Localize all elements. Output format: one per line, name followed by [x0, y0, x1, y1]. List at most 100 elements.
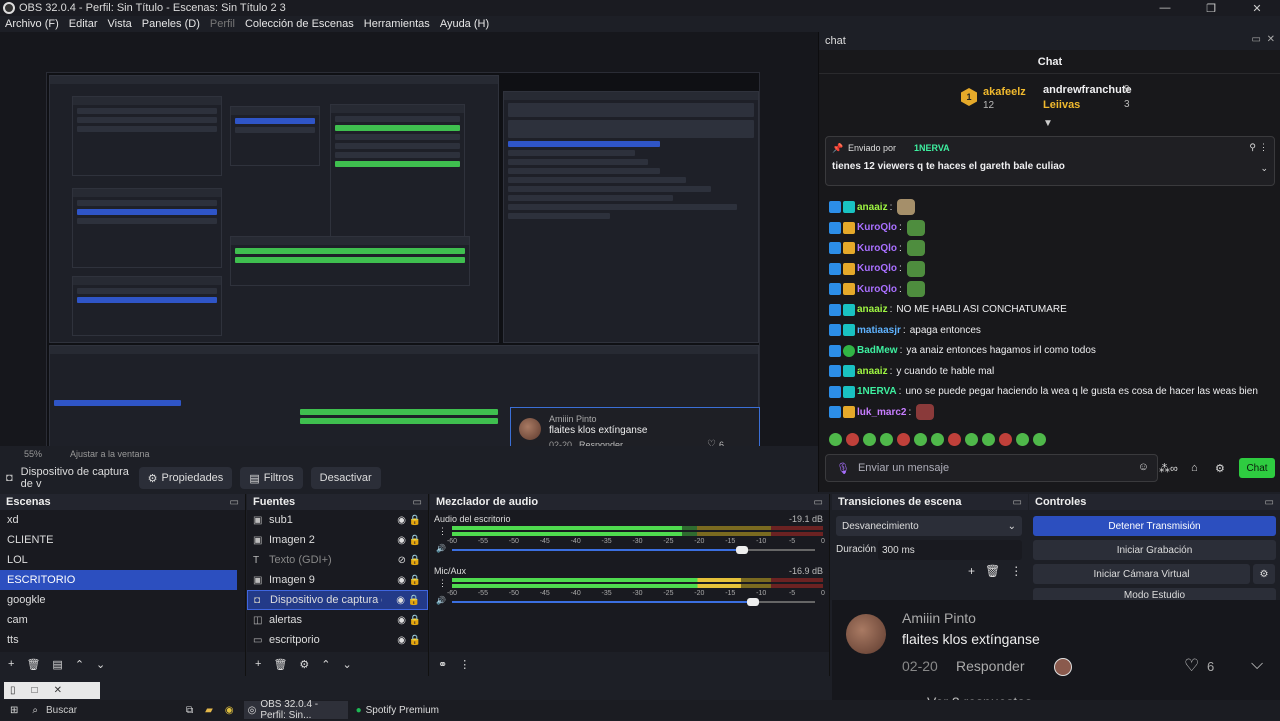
more-icon[interactable]: ⋮ [1259, 142, 1268, 153]
menu-herramientas[interactable]: Herramientas [364, 18, 430, 30]
add-icon[interactable]: + [8, 658, 14, 670]
chat-username[interactable]: anaaiz [857, 304, 888, 315]
chevron-up-icon[interactable]: ⌃ [321, 658, 330, 671]
menu-paneles[interactable]: Paneles (D) [142, 18, 200, 30]
source-item[interactable]: T Texto (GDI+) ⊘ 🔒 [247, 550, 428, 570]
deactivate-button[interactable]: Desactivar [310, 467, 381, 489]
more-icon[interactable]: ⋮ [438, 578, 447, 589]
gear-icon[interactable]: ⚙ [1215, 462, 1225, 475]
scene-item[interactable]: ESCRITORIO [0, 570, 237, 590]
slider-knob[interactable] [736, 546, 749, 554]
virtual-camera-button[interactable]: Iniciar Cámara Virtual [1033, 564, 1250, 584]
eye-icon[interactable]: ◉ [397, 615, 406, 626]
points-icon[interactable]: ⁂∞ [1159, 462, 1178, 475]
menu-perfil[interactable]: Perfil [210, 18, 235, 30]
eye-icon[interactable]: ◉ [397, 635, 406, 646]
chat-username[interactable]: BadMew [857, 345, 898, 356]
chat-username[interactable]: anaaiz [857, 202, 888, 213]
zoom-level[interactable]: 55% [24, 449, 42, 459]
source-item[interactable]: ▣ Imagen 9 ◉ 🔒 [247, 570, 428, 590]
volume-icon[interactable]: 🔊 [436, 596, 446, 605]
folder-icon[interactable]: ▰ [205, 705, 213, 716]
start-record-button[interactable]: Iniciar Grabación [1033, 540, 1276, 560]
scene-item[interactable]: CLIENTE [0, 530, 245, 550]
collapse-icon[interactable]: ▼ [1043, 118, 1053, 129]
source-item[interactable]: ▭ escritporio ◉ 🔒 [247, 630, 428, 650]
lock-icon[interactable]: 🔒 [408, 595, 420, 606]
dock-menu-icon[interactable]: ▭ [1013, 497, 1022, 508]
menu-vista[interactable]: Vista [108, 18, 132, 30]
source-item[interactable]: ▣ sub1 ◉ 🔒 [247, 510, 428, 530]
float-icon[interactable]: ▭ [1252, 34, 1261, 45]
chevron-down-icon[interactable]: ⌄ [343, 658, 352, 671]
stop-stream-button[interactable]: Detener Transmisión [1033, 516, 1276, 536]
eye-hidden-icon[interactable]: ⊘ [398, 555, 406, 566]
fit-to-window[interactable]: Ajustar a la ventana [70, 449, 150, 459]
more-icon[interactable]: ⋮ [1010, 564, 1022, 578]
menu-coleccion-escenas[interactable]: Colección de Escenas [245, 18, 354, 30]
chevron-down-icon[interactable]: ⌄ [1260, 163, 1268, 174]
menu-editar[interactable]: Editar [69, 18, 98, 30]
preview-canvas[interactable]: Amiiin Pinto flaites klos extínganse 02-… [0, 32, 818, 474]
store-icon[interactable]: ⌂ [1191, 462, 1198, 474]
task-view-icon[interactable]: ⧉ [186, 705, 193, 716]
lock-icon[interactable]: 🔒 [409, 535, 421, 546]
maximize-button[interactable]: ❐ [1188, 0, 1234, 16]
link-icon[interactable]: ⚭ [438, 658, 447, 671]
scene-item[interactable]: tts [0, 630, 245, 650]
eye-icon[interactable]: ◉ [397, 515, 406, 526]
volume-icon[interactable]: 🔊 [436, 544, 446, 553]
dock-menu-icon[interactable]: ▭ [413, 497, 422, 508]
leaderboard-user-1[interactable]: akafeelz [983, 86, 1026, 98]
properties-button[interactable]: ⚙ Propiedades [138, 467, 233, 489]
taskbar-search[interactable]: Buscar [46, 705, 176, 716]
leaderboard-user-3[interactable]: Leiivas [1043, 99, 1080, 111]
transition-select[interactable]: Desvanecimiento ⌄ [836, 516, 1022, 536]
eye-icon[interactable]: ◉ [397, 575, 406, 586]
scene-item[interactable]: xd [0, 510, 245, 530]
unpin-icon[interactable]: ⚲ [1249, 142, 1256, 153]
chat-username[interactable]: KuroQlo [857, 222, 897, 233]
more-icon[interactable]: ⋮ [459, 658, 470, 671]
source-item[interactable]: ◘ Dispositivo de captura de vi ◉🔒 [247, 590, 428, 610]
close-icon[interactable]: ✕ [54, 685, 62, 696]
chat-input[interactable]: 🎙 Enviar un mensaje ☺ [825, 454, 1158, 482]
taskbar-spotify[interactable]: ● Spotify Premium [356, 705, 439, 716]
chat-username[interactable]: matiaasjr [857, 325, 901, 336]
scene-item[interactable]: googkle [0, 590, 245, 610]
heart-icon[interactable]: ♡ [1184, 656, 1199, 676]
chat-username[interactable]: anaaiz [857, 366, 888, 377]
source-item[interactable]: ◫ alertas ◉ 🔒 [247, 610, 428, 630]
leaderboard-user-2[interactable]: andrewfranchute [1043, 84, 1132, 96]
trash-icon[interactable]: 🗑 [985, 564, 1000, 578]
taskbar-obs[interactable]: ◎ OBS 32.0.4 - Perfil: Sin... [243, 699, 348, 721]
lock-icon[interactable]: 🔒 [409, 575, 421, 586]
scene-item[interactable]: cam [0, 610, 245, 630]
volume-slider[interactable] [452, 598, 815, 606]
dock-menu-icon[interactable]: ▭ [1265, 497, 1274, 508]
gear-icon[interactable]: ⚙ [1253, 564, 1275, 584]
eye-icon[interactable]: ◉ [397, 535, 406, 546]
trash-icon[interactable]: 🗑 [273, 658, 287, 671]
source-item[interactable]: ▣ Imagen 2 ◉ 🔒 [247, 530, 428, 550]
add-icon[interactable]: + [968, 564, 975, 578]
trash-icon[interactable]: 🗑 [26, 658, 40, 671]
close-icon[interactable]: ✕ [1267, 34, 1275, 45]
search-icon[interactable]: ⌕ [32, 705, 38, 716]
chat-username[interactable]: KuroQlo [857, 243, 897, 254]
chat-username[interactable]: 1NERVA [857, 386, 897, 397]
chrome-icon[interactable]: ◉ [225, 705, 234, 716]
maximize-icon[interactable]: □ [32, 685, 38, 696]
minimize-icon[interactable]: ▯ [10, 685, 16, 696]
filter-icon[interactable]: ▤ [52, 658, 62, 671]
dock-menu-icon[interactable]: ▭ [814, 497, 823, 508]
lock-icon[interactable]: 🔒 [409, 635, 421, 646]
chat-send-button[interactable]: Chat [1239, 458, 1275, 478]
duration-field[interactable]: 300 ms [878, 540, 1022, 560]
menu-archivo[interactable]: Archivo (F) [5, 18, 59, 30]
add-icon[interactable]: + [255, 658, 261, 670]
scene-item[interactable]: LOL [0, 550, 245, 570]
emoji-icon[interactable]: ☺ [1138, 461, 1149, 473]
eye-icon[interactable]: ◉ [396, 595, 405, 606]
reply-button[interactable]: Responder [956, 658, 1025, 674]
